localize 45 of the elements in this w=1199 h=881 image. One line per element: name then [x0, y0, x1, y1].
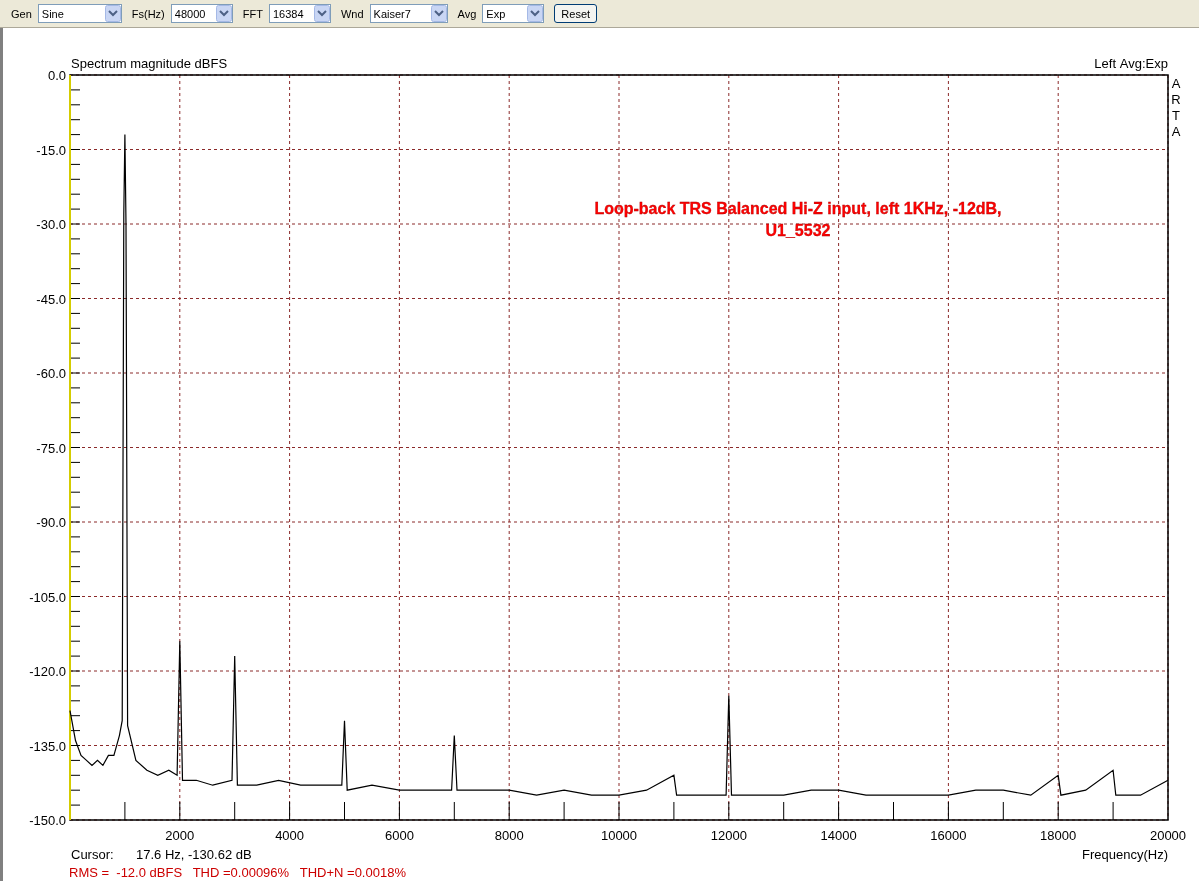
control-label: FFT — [242, 7, 263, 20]
x-tick-label: 18000 — [1040, 828, 1077, 843]
control-label: Fs(Hz) — [131, 7, 165, 20]
y-tick-label: -60.0 — [36, 366, 66, 381]
control-label: Gen — [11, 7, 32, 20]
y-tick-label: -45.0 — [36, 291, 66, 307]
control-label: Wnd — [340, 7, 364, 20]
dropdown[interactable]: Kaiser7 — [369, 4, 448, 23]
x-tick-label: 10000 — [600, 828, 638, 843]
series-name: Left — [1094, 56, 1116, 71]
y-tick-label: 0.0 — [47, 68, 66, 83]
chart-annotation: Loop-back TRS Balanced Hi-Z input, left 1KHz, -12dB, — [594, 200, 1002, 217]
x-tick-label: 6000 — [384, 828, 414, 843]
x-tick-label: 8000 — [494, 828, 524, 843]
x-tick-label: 20000 — [1149, 828, 1187, 843]
control-label: Avg — [457, 7, 477, 20]
y-tick-label: -90.0 — [36, 515, 66, 530]
averaging-mode: Avg:Exp — [1119, 56, 1168, 71]
chart-title: Spectrum magnitude dBFS — [71, 56, 228, 71]
x-tick-label: 16000 — [930, 828, 967, 843]
x-tick-label: 14000 — [820, 828, 857, 843]
y-tick-label: -30.0 — [36, 217, 66, 232]
chart-annotation: U1_5532 — [765, 222, 831, 239]
y-tick-label: -15.0 — [36, 142, 66, 158]
reset-button[interactable]: Reset — [554, 4, 598, 23]
brand-letter: A — [1171, 124, 1181, 139]
x-tick-label: 2000 — [165, 828, 195, 843]
y-tick-label: -75.0 — [36, 440, 66, 456]
brand-letter: T — [1172, 108, 1180, 123]
cursor-label: Cursor: — [71, 847, 114, 862]
dropdown[interactable]: 48000 — [170, 4, 233, 23]
cursor-value: 17.6 Hz, -130.62 dB — [136, 847, 252, 862]
measurement-readout: RMS = -12.0 dBFS THD =0.00096% THD+N =0.0018% — [69, 865, 406, 879]
y-tick-label: -120.0 — [29, 664, 66, 679]
brand-letter: R — [1171, 92, 1181, 107]
dropdown[interactable]: Sine — [37, 4, 122, 23]
dropdown[interactable]: 16384 — [268, 4, 331, 23]
brand-letter: A — [1171, 76, 1181, 91]
y-tick-label: -150.0 — [29, 813, 66, 828]
x-tick-label: 12000 — [710, 828, 747, 843]
x-tick-label: 4000 — [275, 828, 305, 843]
dropdown[interactable]: Exp — [482, 4, 545, 23]
x-axis-label: Frequency(Hz) — [1082, 847, 1168, 862]
y-tick-label: -135.0 — [29, 738, 66, 754]
y-tick-label: -105.0 — [29, 589, 66, 605]
